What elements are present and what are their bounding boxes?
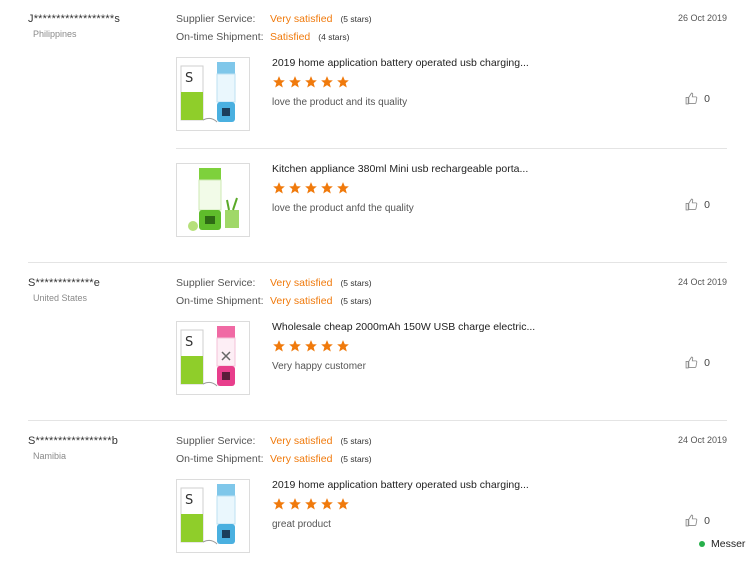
star-icon <box>337 340 349 352</box>
product-review: S Wholesale cheap 2000mAh 150W USB charg… <box>176 321 727 397</box>
product-divider <box>176 148 727 149</box>
svg-text:S: S <box>185 335 193 350</box>
star-icon <box>273 76 285 88</box>
star-icon <box>337 182 349 194</box>
rating-value: Very satisfied <box>270 435 333 447</box>
rating-stars-text: (4 stars) <box>318 32 350 42</box>
rating-stars-text: (5 stars) <box>340 296 372 306</box>
like-count: 0 <box>704 356 710 369</box>
blender-pink-box-image: S <box>180 326 236 387</box>
review-divider <box>28 262 727 263</box>
blender-blue-box-image: S <box>180 62 236 123</box>
buyer-name: S*****************b <box>28 435 119 447</box>
star-icon <box>321 182 333 194</box>
star-icon <box>305 498 317 510</box>
review-comment: Very happy customer <box>272 361 366 372</box>
rating-value: Very satisfied <box>270 277 333 289</box>
thumbs-up-icon <box>685 92 698 105</box>
rating-stars-text: (5 stars) <box>340 14 372 24</box>
star-icon <box>321 340 333 352</box>
messenger-button[interactable]: Messer <box>699 538 745 550</box>
review-date: 24 Oct 2019 <box>677 435 727 445</box>
rating-label: Supplier Service: <box>176 13 256 25</box>
messenger-label: Messer <box>711 538 746 550</box>
rating-value: Very satisfied <box>270 453 333 465</box>
product-review: Kitchen appliance 380ml Mini usb recharg… <box>176 163 727 239</box>
product-review: S 2019 home application battery operated… <box>176 479 727 555</box>
supplier-service-rating: Supplier Service: Very satisfied (5 stars) <box>176 277 372 289</box>
review-date: 26 Oct 2019 <box>677 13 727 23</box>
star-icon <box>289 76 301 88</box>
rating-label: On-time Shipment: <box>176 295 264 307</box>
rating-value: Satisfied <box>270 31 311 43</box>
thumbs-up-icon <box>685 198 698 211</box>
star-rating <box>272 339 350 353</box>
product-title[interactable]: Wholesale cheap 2000mAh 150W USB charge … <box>272 321 535 333</box>
rating-label: On-time Shipment: <box>176 453 264 465</box>
product-title[interactable]: 2019 home application battery operated u… <box>272 479 529 491</box>
star-icon <box>289 498 301 510</box>
star-icon <box>305 182 317 194</box>
star-icon <box>273 182 285 194</box>
product-thumbnail[interactable]: S <box>176 57 250 131</box>
like-button[interactable]: 0 <box>685 356 710 369</box>
buyer-country: United States <box>33 293 88 303</box>
like-count: 0 <box>704 514 710 527</box>
shipment-rating: On-time Shipment: Very satisfied (5 stars) <box>176 453 372 465</box>
rating-stars-text: (5 stars) <box>340 454 372 464</box>
buyer-country: Namibia <box>33 451 67 461</box>
rating-value: Very satisfied <box>270 13 333 25</box>
star-rating <box>272 497 350 511</box>
star-icon <box>337 498 349 510</box>
review-comment: love the product and its quality <box>272 97 408 108</box>
rating-value: Very satisfied <box>270 295 333 307</box>
star-icon <box>337 76 349 88</box>
product-thumbnail[interactable]: S <box>176 479 250 553</box>
rating-label: On-time Shipment: <box>176 31 264 43</box>
product-review: S 2019 home application battery operated… <box>176 57 727 133</box>
star-icon <box>289 182 301 194</box>
rating-label: Supplier Service: <box>176 277 256 289</box>
svg-text:S: S <box>185 493 193 508</box>
blender-green-juice-image <box>188 168 239 231</box>
star-icon <box>273 340 285 352</box>
like-count: 0 <box>704 198 710 211</box>
buyer-name: S*************e <box>28 277 101 289</box>
supplier-service-rating: Supplier Service: Very satisfied (5 stars) <box>176 435 372 447</box>
product-thumbnail[interactable]: S <box>176 321 250 395</box>
svg-text:S: S <box>185 71 193 86</box>
shipment-rating: On-time Shipment: Satisfied (4 stars) <box>176 31 349 43</box>
like-button[interactable]: 0 <box>685 514 710 527</box>
review-date: 24 Oct 2019 <box>677 277 727 287</box>
blender-blue-box-image: S <box>180 484 236 545</box>
shipment-rating: On-time Shipment: Very satisfied (5 stars) <box>176 295 372 307</box>
buyer-country: Philippines <box>33 29 77 39</box>
like-button[interactable]: 0 <box>685 92 710 105</box>
rating-stars-text: (5 stars) <box>340 278 372 288</box>
star-icon <box>289 340 301 352</box>
product-title[interactable]: Kitchen appliance 380ml Mini usb recharg… <box>272 163 528 175</box>
rating-label: Supplier Service: <box>176 435 256 447</box>
star-rating <box>272 181 350 195</box>
buyer-name: J******************s <box>28 13 121 25</box>
review-comment: love the product anfd the quality <box>272 203 414 214</box>
star-icon <box>305 340 317 352</box>
online-status-dot <box>699 541 705 547</box>
product-title[interactable]: 2019 home application battery operated u… <box>272 57 529 69</box>
star-icon <box>273 498 285 510</box>
rating-stars-text: (5 stars) <box>340 436 372 446</box>
like-count: 0 <box>704 92 710 105</box>
star-rating <box>272 75 350 89</box>
star-icon <box>305 76 317 88</box>
product-thumbnail[interactable] <box>176 163 250 237</box>
review-divider <box>28 420 727 421</box>
star-icon <box>321 76 333 88</box>
star-icon <box>321 498 333 510</box>
thumbs-up-icon <box>685 514 698 527</box>
thumbs-up-icon <box>685 356 698 369</box>
supplier-service-rating: Supplier Service: Very satisfied (5 stars) <box>176 13 372 25</box>
review-comment: great product <box>272 519 331 530</box>
like-button[interactable]: 0 <box>685 198 710 211</box>
